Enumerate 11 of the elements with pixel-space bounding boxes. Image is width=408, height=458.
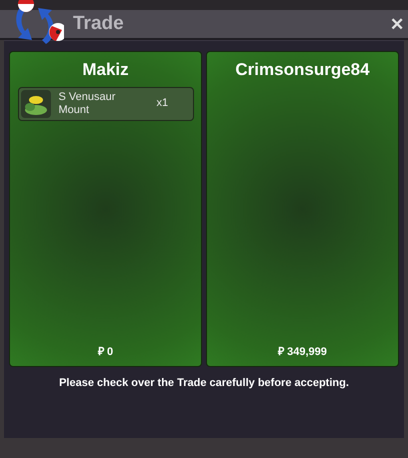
item-quantity: x1 [156,96,168,112]
close-button[interactable]: ✕ [390,16,404,32]
money-amount: ₽ 0 [98,344,114,360]
trader-name: Crimsonsurge84 [235,59,370,81]
window-title: Trade [73,12,125,36]
notice-text: Please check over the Trade carefully before accepting. [58,376,350,391]
plant-creature-icon [20,90,50,118]
money-amount: ₽ 349,999 [278,344,327,360]
trader-name: Makiz [82,59,129,81]
item-name: S Venusaur Mount [58,90,116,116]
item-slot[interactable]: S Venusaur Mount x1 [18,86,194,120]
